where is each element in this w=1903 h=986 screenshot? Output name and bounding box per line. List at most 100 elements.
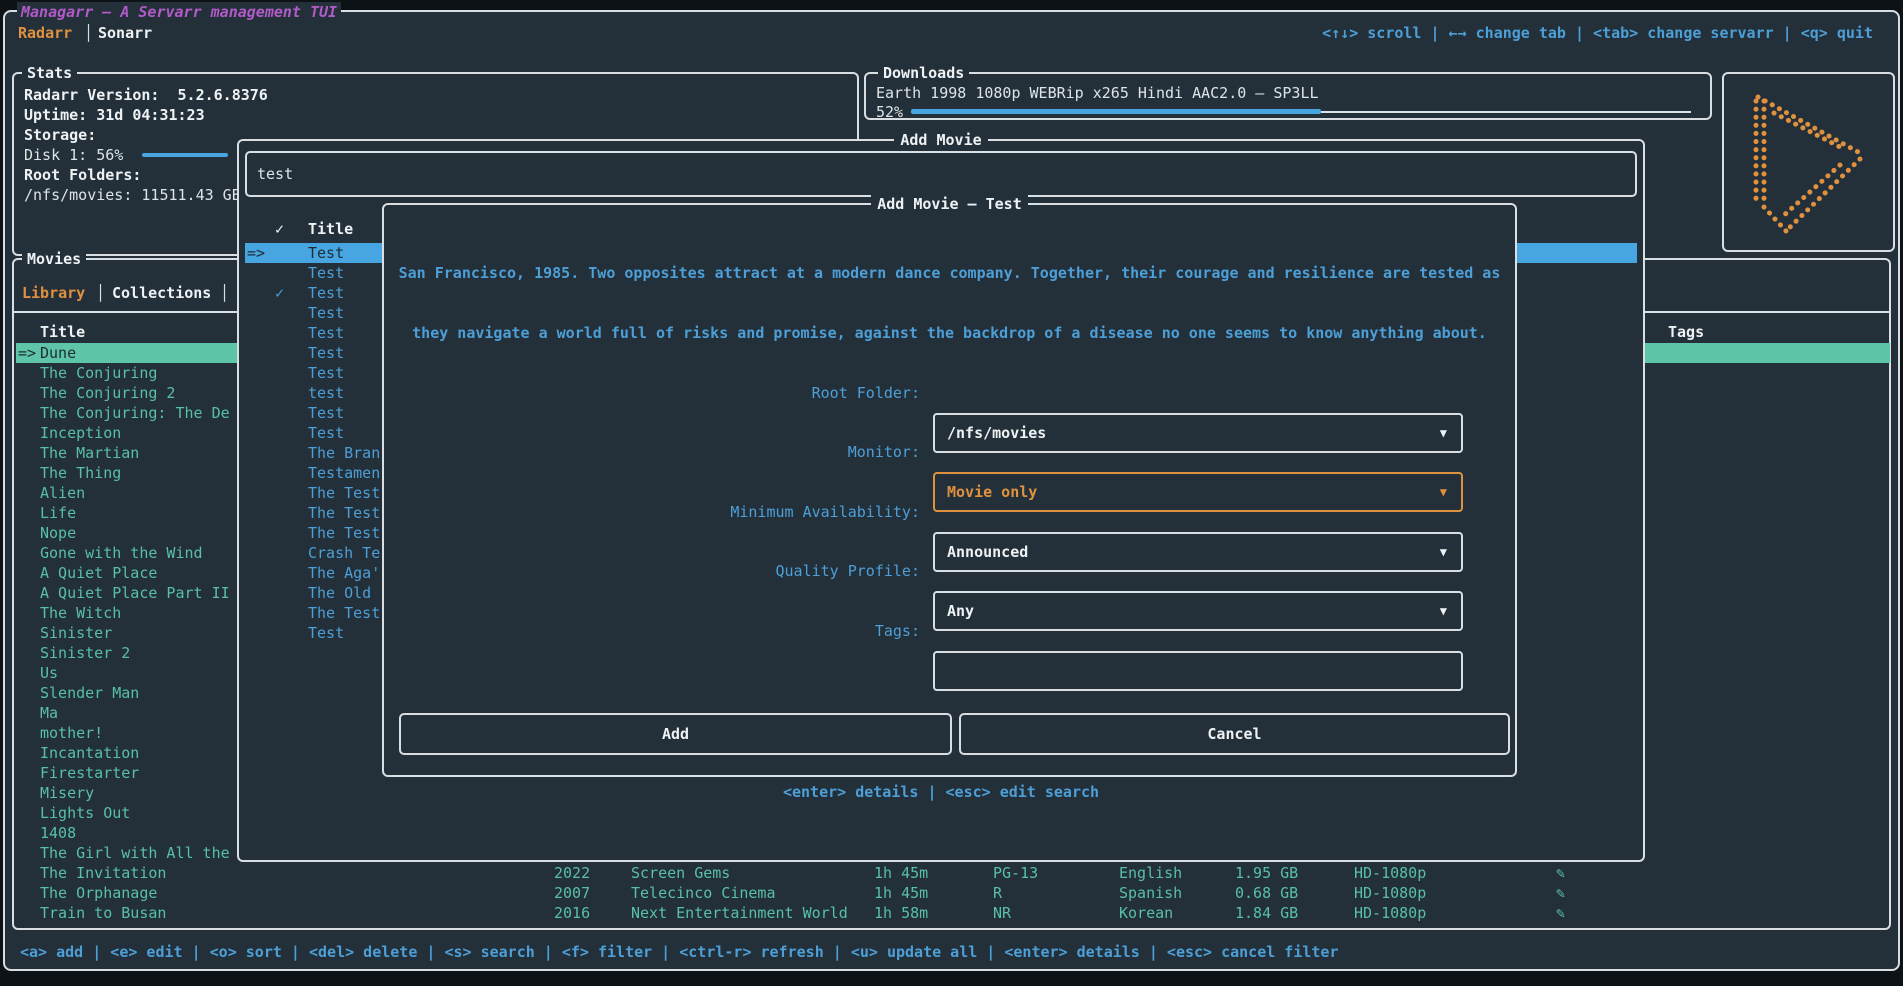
result-title-cell: Test (308, 303, 344, 323)
movie-row[interactable]: The Invitation 2022 Screen Gems 1h 45m P… (16, 863, 1890, 883)
downloads-title: Downloads (878, 63, 969, 83)
result-title-cell: Crash Te (308, 543, 380, 563)
quality-profile-label: Quality Profile: (400, 551, 920, 591)
uptime: Uptime: 31d 04:31:23 (24, 105, 205, 125)
movie-title-cell: Ma (40, 703, 238, 723)
quality-profile-field: Quality Profile: Any ▼ (384, 531, 1515, 571)
movie-title-cell: The Conjuring (40, 363, 238, 383)
movie-title-cell: The Conjuring 2 (40, 383, 238, 403)
download-item: Earth 1998 1080p WEBRip x265 Hindi AAC2.… (876, 83, 1319, 103)
overview-line-2: they navigate a world full of risks and … (384, 323, 1515, 343)
result-title-cell: Test (308, 243, 344, 263)
disk-gauge (142, 153, 228, 157)
movie-studio-cell: Telecinco Cinema (631, 883, 776, 903)
selection-marker: => (247, 243, 265, 263)
movie-title-cell: The Invitation (40, 863, 238, 883)
monitor-field: Monitor: Movie only ▼ (384, 412, 1515, 452)
selection-marker: => (18, 343, 36, 363)
movie-language-cell: English (1119, 863, 1182, 883)
movie-title-cell: Life (40, 503, 238, 523)
tags-input[interactable] (933, 651, 1463, 691)
movie-studio-cell: Next Entertainment World (631, 903, 848, 923)
tab-library[interactable]: Library (22, 283, 85, 303)
movie-title-cell: Sinister (40, 623, 238, 643)
result-title-cell: Test (308, 323, 344, 343)
movies-title: Movies (22, 249, 86, 269)
add-button[interactable]: Add (399, 713, 952, 755)
movie-year-cell: 2007 (554, 883, 590, 903)
result-title-cell: Test (308, 403, 344, 423)
check-icon: ✓ (275, 283, 284, 303)
movie-title-cell: Nope (40, 523, 238, 543)
movie-title-cell: The Witch (40, 603, 238, 623)
movie-year-cell: 2016 (554, 903, 590, 923)
tab-sonarr[interactable]: Sonarr (98, 23, 152, 43)
movie-size-cell: 1.95 GB (1235, 863, 1298, 883)
movie-title-cell: The Thing (40, 463, 238, 483)
movie-title-cell: Incantation (40, 743, 238, 763)
storage-label: Storage: (24, 125, 96, 145)
movie-search-box (245, 151, 1637, 197)
movies-title-header: Title (40, 322, 85, 342)
cancel-button[interactable]: Cancel (959, 713, 1510, 755)
movie-title-cell: Us (40, 663, 238, 683)
overview-line-1: San Francisco, 1985. Two opposites attra… (384, 263, 1515, 283)
downloads-panel: Downloads Earth 1998 1080p WEBRip x265 H… (864, 72, 1712, 120)
result-title-cell: Testamen (308, 463, 380, 483)
movie-quality-cell: HD-1080p (1354, 883, 1426, 903)
modal-title-wrap: Add Movie – Test (384, 194, 1515, 214)
movie-title-cell: The Martian (40, 443, 238, 463)
add-movie-title-wrap: Add Movie (239, 130, 1643, 150)
result-title-cell: Test (308, 283, 344, 303)
result-title-cell: Test (308, 423, 344, 443)
movies-tags-header: Tags (1668, 322, 1704, 342)
min-availability-field: Minimum Availability: Announced ▼ (384, 472, 1515, 512)
tab-separator-icon: │ (84, 23, 93, 43)
check-header-icon: ✓ (275, 219, 284, 239)
tags-field: Tags: (384, 591, 1515, 631)
root-folders-label: Root Folders: (24, 165, 141, 185)
logo-panel (1722, 72, 1895, 252)
movie-title-cell: The Orphanage (40, 883, 238, 903)
root-folder-path: /nfs/movies: 11511.43 GB (24, 185, 241, 205)
result-title-cell: Test (308, 623, 344, 643)
result-title-cell: test (308, 383, 344, 403)
movie-rating-cell: PG-13 (993, 863, 1038, 883)
movie-title-cell: Misery (40, 783, 238, 803)
root-folder-label: Root Folder: (400, 373, 920, 413)
movie-quality-cell: HD-1080p (1354, 903, 1426, 923)
tab-separator-icon: │ (220, 283, 229, 303)
result-title-cell: The Test (308, 483, 380, 503)
download-gauge-track (1321, 111, 1691, 113)
movie-studio-cell: Screen Gems (631, 863, 730, 883)
movie-title-cell: The Conjuring: The De (40, 403, 238, 423)
result-title-cell: The Test (308, 503, 380, 523)
disk-usage: Disk 1: 56% (24, 145, 123, 165)
movie-size-cell: 0.68 GB (1235, 883, 1298, 903)
movie-title-cell: Lights Out (40, 803, 238, 823)
movie-search-input[interactable] (257, 155, 1617, 193)
download-gauge (911, 109, 1321, 114)
add-movie-help: <enter> details | <esc> edit search (239, 782, 1643, 802)
movie-title-cell: 1408 (40, 823, 238, 843)
movie-title-cell: Firestarter (40, 763, 238, 783)
movie-quality-cell: HD-1080p (1354, 863, 1426, 883)
movie-rating-cell: NR (993, 903, 1011, 923)
edit-icon: ✎ (1556, 863, 1565, 883)
movie-title-cell: Inception (40, 423, 238, 443)
movie-title-cell: Sinister 2 (40, 643, 238, 663)
tab-collections[interactable]: Collections (112, 283, 211, 303)
movie-row[interactable]: The Orphanage 2007 Telecinco Cinema 1h 4… (16, 883, 1890, 903)
movie-title-cell: Slender Man (40, 683, 238, 703)
tab-radarr[interactable]: Radarr (18, 23, 72, 43)
movie-title-cell: The Girl with All the (40, 843, 238, 863)
add-movie-title: Add Movie (894, 131, 987, 149)
movie-size-cell: 1.84 GB (1235, 903, 1298, 923)
movie-year-cell: 2022 (554, 863, 590, 883)
tags-label: Tags: (400, 611, 920, 651)
movie-title-cell: Dune (40, 343, 238, 363)
top-help-bar: <↑↓> scroll | ←→ change tab | <tab> chan… (1322, 23, 1873, 43)
movie-title-cell: Train to Busan (40, 903, 238, 923)
add-movie-modal: Add Movie – Test San Francisco, 1985. Tw… (382, 203, 1517, 777)
movie-row[interactable]: Train to Busan 2016 Next Entertainment W… (16, 903, 1890, 923)
